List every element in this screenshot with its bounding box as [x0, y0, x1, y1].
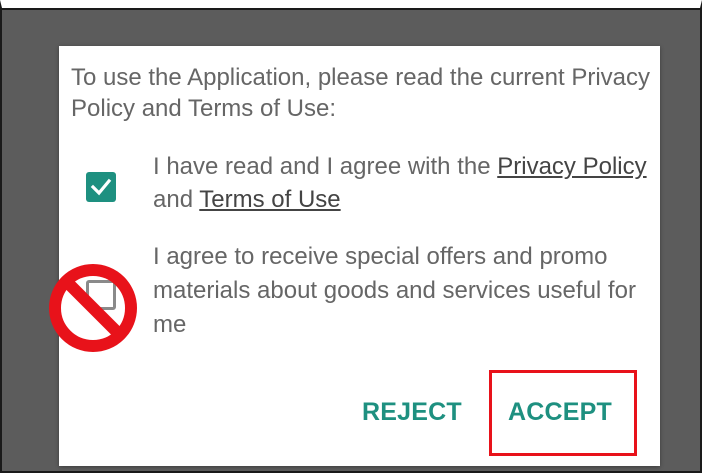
- checkmark-icon: [90, 178, 112, 196]
- privacy-consent-text-middle: and: [153, 186, 200, 213]
- dialog-intro-text: To use the Application, please read the …: [71, 64, 650, 122]
- privacy-consent-label: I have read and I agree with the Privacy…: [153, 150, 653, 216]
- reject-button[interactable]: REJECT: [362, 398, 462, 427]
- privacy-consent-checkbox[interactable]: [86, 172, 116, 202]
- accept-highlight-box: [489, 370, 637, 456]
- privacy-consent-text-start: I have read and I agree with the: [153, 153, 498, 180]
- offers-consent-label: I agree to receive special offers and pr…: [153, 243, 636, 338]
- terms-of-use-link[interactable]: Terms of Use: [199, 186, 340, 213]
- screen-backdrop: To use the Application, please read the …: [0, 0, 702, 473]
- privacy-policy-link[interactable]: Privacy Policy: [497, 153, 646, 180]
- prohibited-icon: [49, 264, 137, 352]
